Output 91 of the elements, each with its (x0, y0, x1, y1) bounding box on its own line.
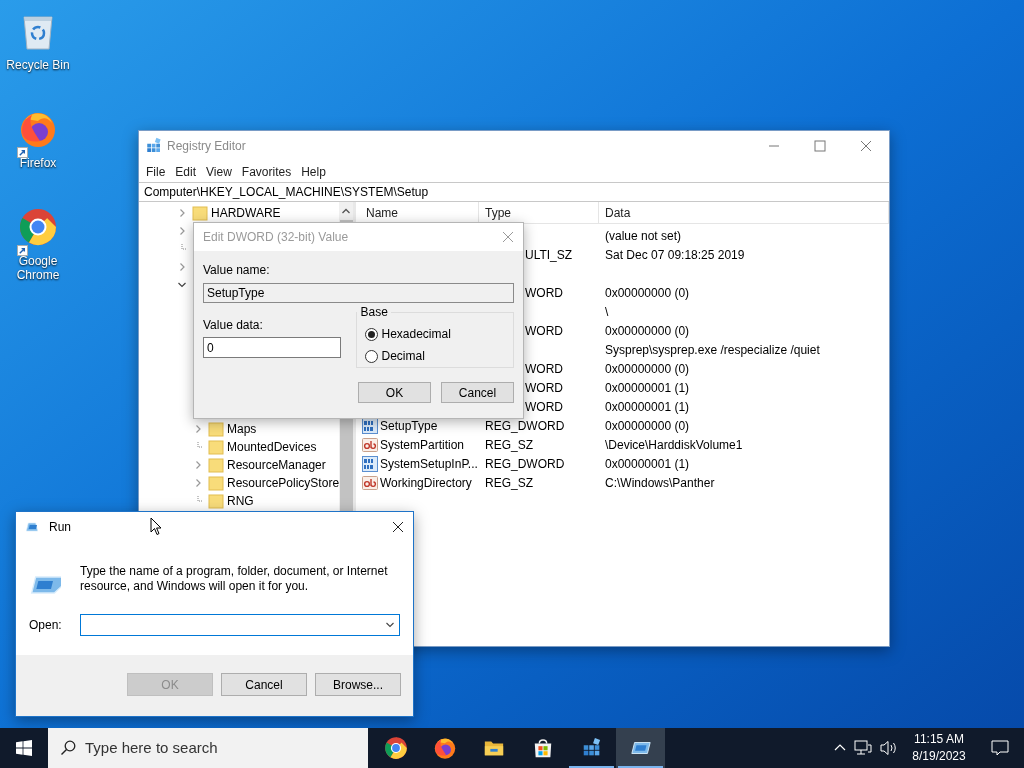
search-box[interactable]: Type here to search (48, 728, 368, 768)
value-type: WORD (525, 361, 563, 376)
value-data-field[interactable]: 0 (203, 337, 341, 358)
tree-item[interactable]: MountedDevices (227, 438, 317, 456)
window-title: Registry Editor (167, 138, 246, 155)
value-data: 0x00000000 (0) (605, 323, 690, 338)
string-value-icon (362, 436, 378, 453)
value-type: WORD (525, 285, 563, 300)
value-type: REG_DWORD (485, 456, 565, 471)
field-label: Value data: (203, 317, 263, 334)
value-data: (value not set) (605, 228, 682, 243)
dialog-button[interactable]: Cancel (441, 382, 514, 403)
value-data: C:\Windows\Panther (605, 475, 715, 490)
expand-chevron-icon[interactable] (193, 424, 203, 434)
radio-button[interactable]: Decimal (365, 347, 513, 365)
value-type: WORD (525, 399, 563, 414)
string-value-icon (362, 474, 378, 491)
value-data: Sat Dec 07 09:18:25 2019 (605, 247, 745, 262)
value-data: 0x00000001 (1) (605, 380, 690, 395)
value-type: REG_SZ (485, 475, 533, 490)
volume-icon[interactable] (880, 740, 898, 756)
network-icon[interactable] (854, 740, 872, 756)
desktop-icon-label[interactable]: Google Chrome (3, 254, 73, 282)
folder-icon (208, 457, 224, 473)
scroll-up-icon[interactable] (341, 206, 352, 216)
open-combobox[interactable] (80, 614, 400, 636)
dialog-button[interactable]: OK (358, 382, 431, 403)
dropdown-caret-icon[interactable] (385, 620, 395, 630)
folder-icon (208, 421, 224, 437)
collapse-chevron-icon[interactable] (177, 280, 187, 290)
value-type: ULTI_SZ (525, 247, 573, 262)
clock[interactable]: 11:15 AM 8/19/2023 (906, 731, 972, 765)
value-name[interactable]: SetupType (380, 416, 438, 435)
value-data: \Device\HarddiskVolume1 (605, 437, 743, 452)
search-placeholder: Type here to search (85, 737, 218, 758)
registry-icon (145, 137, 163, 155)
tree-item[interactable]: ResourcePolicyStore (227, 474, 340, 492)
dialog-title: Edit DWORD (32-bit) Value (203, 229, 350, 246)
value-type: REG_DWORD (485, 418, 565, 433)
folder-icon (208, 475, 224, 491)
dialog-button[interactable]: Cancel (221, 673, 307, 696)
expand-chevron-icon[interactable] (193, 460, 203, 470)
field-label: Value name: (203, 262, 270, 279)
radio-button[interactable]: Hexadecimal (365, 325, 513, 343)
folder-icon (208, 439, 224, 455)
tree-item[interactable]: ResourceManager (227, 456, 326, 474)
run-description: Type the name of a program, folder, document, or Internet resource, and Windows will open it for you. (80, 564, 389, 594)
expand-chevron-icon[interactable] (177, 262, 187, 272)
tree-item[interactable]: RNG (227, 492, 254, 510)
menu-item[interactable]: Help (296, 162, 331, 181)
expand-chevron-icon[interactable] (193, 478, 203, 488)
value-data: 0x00000001 (1) (605, 399, 690, 414)
value-type: REG_SZ (485, 437, 533, 452)
dialog-button[interactable]: Browse... (315, 673, 401, 696)
group-label: Base (357, 305, 391, 319)
tree-item[interactable]: Maps (227, 420, 257, 438)
value-data: \ (605, 304, 609, 319)
value-name[interactable]: SystemPartition (380, 435, 465, 454)
folder-icon (208, 493, 224, 509)
clock-date: 8/19/2023 (912, 748, 966, 765)
value-type: WORD (525, 323, 563, 338)
value-data: 0x00000001 (1) (605, 456, 690, 471)
tree-item[interactable]: HARDWARE (211, 204, 281, 222)
menu-item[interactable]: Favorites (236, 162, 297, 181)
dialog-title: Run (49, 519, 71, 536)
browser-icon (383, 736, 408, 760)
value-name-field[interactable]: SetupType (203, 283, 514, 303)
run-icon (25, 519, 41, 535)
browser-icon[interactable] (18, 207, 58, 247)
value-data: 0x00000000 (0) (605, 418, 690, 433)
clock-time: 11:15 AM (914, 731, 964, 748)
binary-value-icon (362, 455, 378, 472)
value-type: WORD (525, 380, 563, 395)
search-icon (60, 740, 76, 756)
mouse-pointer-icon (150, 517, 162, 536)
menu-item[interactable]: View (201, 162, 237, 181)
browser-icon (432, 736, 457, 760)
value-data: 0x00000000 (0) (605, 361, 690, 376)
value-data: 0x00000000 (0) (605, 285, 690, 300)
field-label: Open: (29, 617, 63, 634)
value-name[interactable]: SystemSetupInP... (380, 454, 478, 473)
expand-chevron-icon[interactable] (177, 226, 187, 236)
column-header[interactable]: Data (599, 202, 889, 223)
address-bar[interactable]: Computer\HKEY_LOCAL_MACHINE\SYSTEM\Setup (139, 182, 889, 202)
folder-icon (192, 205, 208, 221)
menu-item[interactable]: File (141, 162, 171, 181)
value-name[interactable]: WorkingDirectory (380, 473, 472, 492)
taskbar-app-button[interactable] (616, 728, 665, 768)
menu-item[interactable]: Edit (170, 162, 202, 181)
expand-chevron-icon[interactable] (177, 208, 187, 218)
value-data: Sysprep\sysprep.exe /respecialize /quiet (605, 342, 820, 357)
